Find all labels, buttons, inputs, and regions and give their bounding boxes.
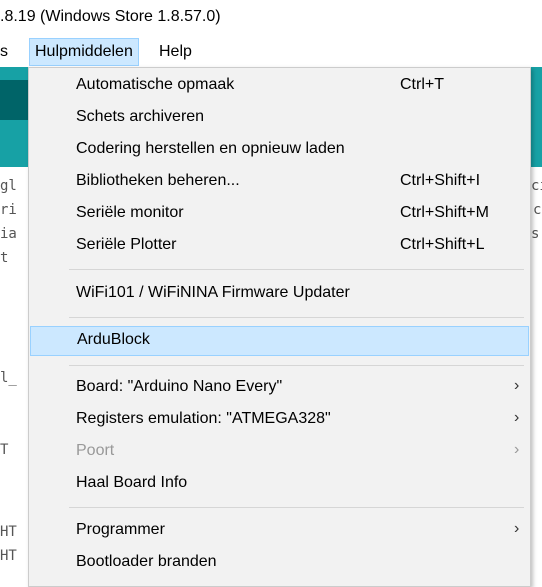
menu-item-label: Bootloader branden: [76, 553, 217, 570]
menu-item-label: Automatische opmaak: [76, 76, 235, 93]
menu-item-port: Poort ›: [30, 437, 529, 467]
code-fragment: T: [0, 442, 9, 458]
chevron-right-icon: ›: [514, 520, 520, 537]
menu-item-label: ArduBlock: [77, 331, 150, 348]
menu-item-label: Registers emulation: "ATMEGA328": [76, 410, 331, 427]
menu-separator: [69, 317, 524, 318]
menu-item-shortcut: Ctrl+T: [400, 76, 444, 93]
code-fragment: s: [531, 226, 540, 242]
menubar-item-hulpmiddelen[interactable]: Hulpmiddelen: [29, 38, 139, 66]
menu-item-shortcut: Ctrl+Shift+I: [400, 172, 481, 189]
code-fragment: l_: [0, 370, 17, 386]
menubar-item-help[interactable]: Help: [159, 38, 192, 66]
menu-item-label: Programmer: [76, 521, 165, 538]
menu-item-label: Poort: [76, 442, 115, 459]
menu-separator: [69, 269, 524, 270]
code-fragment: c: [533, 202, 542, 218]
menu-item-ardublock[interactable]: ArduBlock: [30, 326, 529, 356]
code-fragment: ri: [0, 202, 17, 218]
menu-item-auto-format[interactable]: Automatische opmaak Ctrl+T: [30, 71, 529, 101]
code-fragment: t: [0, 250, 9, 266]
menu-item-manage-libraries[interactable]: Bibliotheken beheren... Ctrl+Shift+I: [30, 167, 529, 197]
toolbar-button[interactable]: [0, 80, 28, 120]
menu-item-label: Bibliotheken beheren...: [76, 172, 240, 189]
menu-separator: [69, 365, 524, 366]
code-fragment: ia: [0, 226, 17, 242]
menu-item-label: Seriële Plotter: [76, 236, 177, 253]
menu-item-label: Seriële monitor: [76, 204, 184, 221]
menubar-item-partial[interactable]: s: [0, 38, 8, 66]
menu-item-board-info[interactable]: Haal Board Info: [30, 469, 529, 499]
menu-item-label: Codering herstellen en opnieuw laden: [76, 140, 345, 157]
code-fragment: HT: [0, 548, 17, 564]
menu-item-board[interactable]: Board: "Arduino Nano Every" ›: [30, 373, 529, 403]
menu-item-shortcut: Ctrl+Shift+M: [400, 204, 489, 221]
title-bar: .8.19 (Windows Store 1.8.57.0): [0, 0, 542, 38]
menu-item-programmer[interactable]: Programmer ›: [30, 516, 529, 546]
menu-item-burn-bootloader[interactable]: Bootloader branden: [30, 548, 529, 578]
menu-item-shortcut: Ctrl+Shift+L: [400, 236, 485, 253]
window-title: .8.19 (Windows Store 1.8.57.0): [0, 8, 221, 25]
tools-dropdown-menu: Automatische opmaak Ctrl+T Schets archiv…: [28, 67, 531, 587]
menu-item-registers-emulation[interactable]: Registers emulation: "ATMEGA328" ›: [30, 405, 529, 435]
chevron-right-icon: ›: [514, 409, 520, 426]
chevron-right-icon: ›: [514, 441, 520, 458]
menu-item-label: Board: "Arduino Nano Every": [76, 378, 283, 395]
menu-item-archive-sketch[interactable]: Schets archiveren: [30, 103, 529, 133]
menu-item-label: Haal Board Info: [76, 474, 188, 491]
code-fragment: ci: [531, 178, 542, 194]
menu-separator: [69, 507, 524, 508]
menu-item-label: Schets archiveren: [76, 108, 205, 125]
menu-item-firmware-updater[interactable]: WiFi101 / WiFiNINA Firmware Updater: [30, 279, 529, 309]
menu-item-fix-encoding[interactable]: Codering herstellen en opnieuw laden: [30, 135, 529, 165]
code-fragment: HT: [0, 524, 17, 540]
chevron-right-icon: ›: [514, 377, 520, 394]
menu-item-serial-monitor[interactable]: Seriële monitor Ctrl+Shift+M: [30, 199, 529, 229]
code-fragment: gl: [0, 178, 17, 194]
menu-item-label: WiFi101 / WiFiNINA Firmware Updater: [76, 284, 350, 301]
menu-item-serial-plotter[interactable]: Seriële Plotter Ctrl+Shift+L: [30, 231, 529, 261]
menu-bar: s Hulpmiddelen Help: [0, 38, 542, 66]
